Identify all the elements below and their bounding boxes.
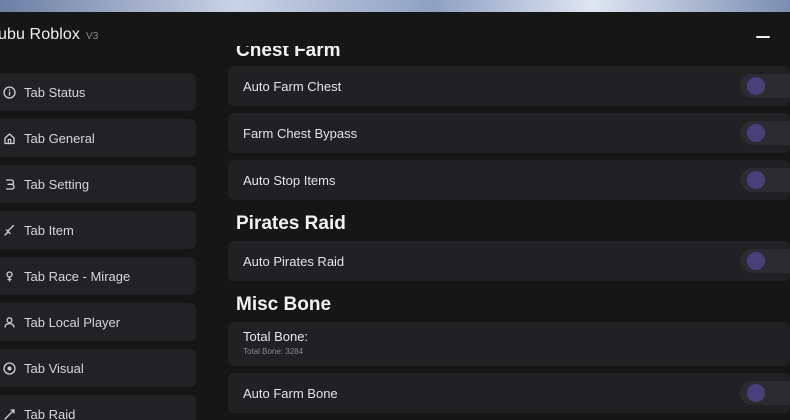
toggle-knob: [747, 77, 765, 95]
window-title-text: ubu Roblox: [0, 26, 80, 43]
sidebar-item-local-player[interactable]: Tab Local Player: [0, 303, 196, 341]
sidebar-item-visual[interactable]: Tab Visual: [0, 349, 196, 387]
script-window: ubu Roblox V3 Tab Status Tab General Tab …: [0, 12, 790, 420]
section-title-pirates-raid: Pirates Raid: [236, 213, 346, 234]
total-bone-label: Total Bone:: [243, 329, 309, 344]
toggle-row-auto-farm-bone[interactable]: Auto Farm Bone: [228, 373, 790, 413]
toggle-knob: [747, 384, 765, 402]
sidebar-item-label: Tab Race - Mirage: [24, 268, 131, 284]
toggle-switch[interactable]: [740, 249, 790, 273]
minimize-icon[interactable]: [754, 28, 772, 46]
eye-icon: [2, 361, 16, 375]
toggle-row-farm-chest-bypass[interactable]: Farm Chest Bypass: [228, 113, 790, 153]
toggle-label: Auto Stop Items: [243, 172, 336, 188]
user-icon: [2, 315, 16, 329]
sidebar-item-label: Tab Local Player: [24, 314, 121, 330]
toggle-knob: [747, 252, 765, 270]
sidebar-item-general[interactable]: Tab General: [0, 119, 196, 157]
toggle-row-auto-pirates-raid[interactable]: Auto Pirates Raid: [228, 241, 790, 281]
toggle-row-auto-farm-chest[interactable]: Auto Farm Chest: [228, 66, 790, 106]
sword-icon: [2, 223, 16, 237]
sidebar-item-setting[interactable]: Tab Setting: [0, 165, 196, 203]
home-icon: [2, 131, 16, 145]
sidebar-item-label: Tab Status: [24, 84, 86, 100]
toggle-label: Auto Farm Chest: [243, 78, 342, 94]
sidebar-item-label: Tab Visual: [24, 360, 84, 376]
raid-icon: [2, 407, 16, 420]
toggle-switch[interactable]: [740, 74, 790, 98]
toggle-switch[interactable]: [740, 381, 790, 405]
sidebar-item-item[interactable]: Tab Item: [0, 211, 196, 249]
toggle-label: Auto Farm Bone: [243, 385, 338, 401]
section-title-chest-farm: Chest Farm: [236, 46, 341, 61]
toggle-label: Auto Pirates Raid: [243, 253, 345, 269]
window-title: ubu Roblox V3: [0, 26, 98, 44]
sidebar-item-label: Tab Raid: [24, 406, 76, 420]
toggle-knob: [747, 124, 765, 142]
sidebar-item-label: Tab Item: [24, 222, 74, 238]
sidebar-item-label: Tab Setting: [24, 176, 90, 192]
toggle-switch[interactable]: [740, 168, 790, 192]
sidebar-item-label: Tab General: [24, 130, 95, 146]
total-bone-value: Total Bone: 3284: [243, 347, 304, 356]
race-icon: [2, 269, 16, 283]
sidebar: Tab Status Tab General Tab Setting Tab I…: [0, 73, 196, 420]
toggle-row-auto-stop-items[interactable]: Auto Stop Items: [228, 160, 790, 200]
version-label: V3: [85, 31, 99, 42]
total-bone-panel: Total Bone: Total Bone: 3284: [228, 322, 790, 366]
info-icon: [2, 85, 16, 99]
settings-icon: [2, 177, 16, 191]
sidebar-item-race-mirage[interactable]: Tab Race - Mirage: [0, 257, 196, 295]
toggle-switch[interactable]: [740, 121, 790, 145]
sidebar-item-status[interactable]: Tab Status: [0, 73, 196, 111]
sidebar-item-raid[interactable]: Tab Raid: [0, 395, 196, 420]
section-title-misc-bone: Misc Bone: [236, 294, 332, 315]
toggle-knob: [747, 171, 765, 189]
toggle-label: Farm Chest Bypass: [243, 125, 358, 141]
main-content: Chest Farm Auto Farm Chest Farm Chest By…: [228, 46, 790, 420]
